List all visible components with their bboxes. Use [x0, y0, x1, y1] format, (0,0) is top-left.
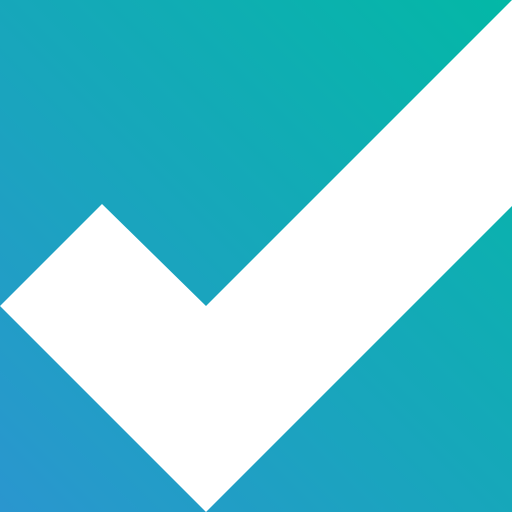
app-icon [0, 0, 512, 512]
checkmark-icon [0, 0, 512, 512]
